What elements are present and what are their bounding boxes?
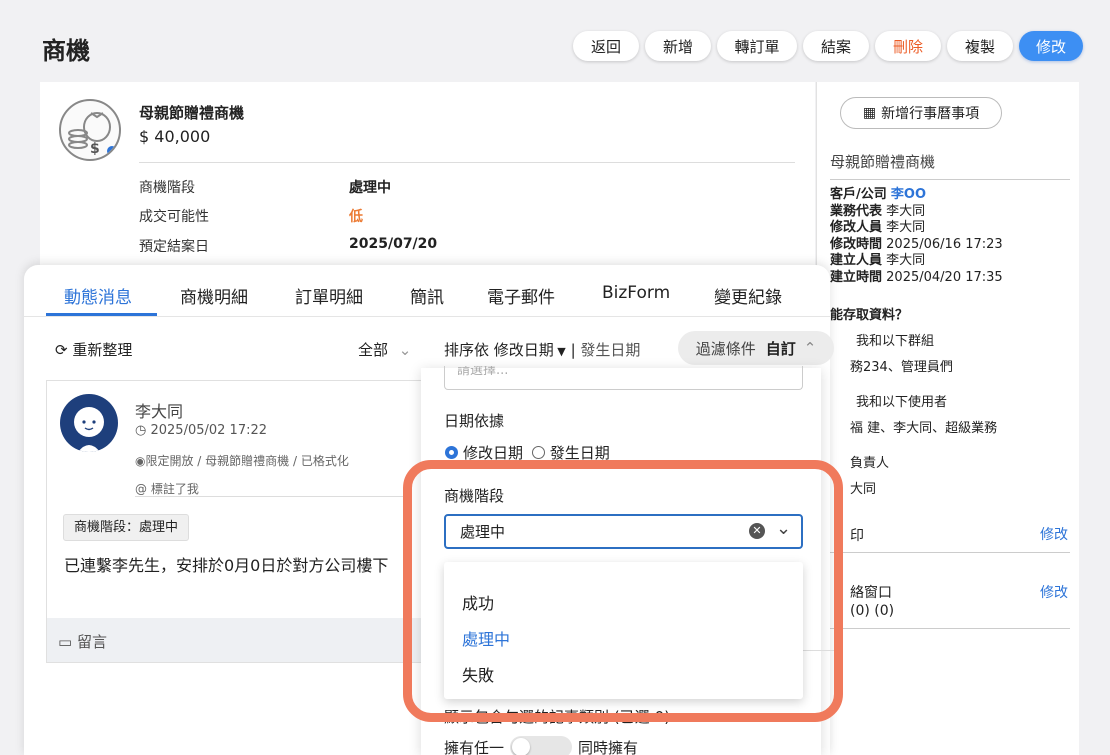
deal-name: 母親節贈禮商機 (139, 104, 245, 122)
caret-down-icon: ▼ (553, 345, 566, 358)
edit-button[interactable]: 修改 (1019, 31, 1083, 61)
copy-button[interactable]: 複製 (947, 31, 1013, 61)
contact-counts: (0) (0) (850, 603, 895, 619)
contact-edit-link[interactable]: 修改 (1040, 582, 1068, 602)
user-avatar-icon (74, 407, 104, 452)
divider (139, 162, 795, 163)
delete-button[interactable]: 刪除 (875, 31, 941, 61)
avatar (60, 394, 118, 452)
calendar-icon: ▦ (862, 105, 877, 121)
tab-bizform[interactable]: BizForm (602, 283, 670, 303)
stage-tag: 商機階段：處理中 (63, 514, 190, 541)
tab-order-details[interactable]: 訂單明細 (295, 283, 363, 308)
sidebar-info-list: 客戶/公司 李OO 業務代表 李大同 修改人員 李大同 修改時間 2025/06… (830, 187, 1003, 285)
svg-text:$: $ (90, 141, 100, 157)
refresh-icon: ⟳ (55, 341, 68, 359)
access-group: 我和以下群組 (856, 334, 935, 349)
add-calendar-event-button[interactable]: ▦ 新增行事曆事項 (840, 97, 1002, 129)
field-label-close-date: 預定結案日 (139, 239, 209, 255)
tab-deal-details[interactable]: 商機明細 (180, 283, 248, 308)
divider (135, 496, 405, 497)
field-value-close-date: 2025/07/20 (349, 236, 438, 252)
post-time: ◷ 2025/05/02 17:22 (135, 423, 268, 438)
access-user-list: 福 建、李大同、超級業務 (850, 421, 998, 436)
tab-change-log[interactable]: 變更紀錄 (714, 283, 782, 308)
tab-sms[interactable]: 簡訊 (410, 283, 444, 308)
date-basis-label: 日期依據 (444, 412, 505, 430)
print-edit-link[interactable]: 修改 (1040, 524, 1068, 544)
comment-button[interactable]: ▭ 留言 (58, 631, 107, 652)
refresh-label: 重新整理 (72, 341, 133, 359)
sort-occurred-option[interactable]: 發生日期 (580, 341, 640, 359)
sidebar-deal-title: 母親節贈禮商機 (830, 153, 936, 171)
page-title: 商機 (42, 37, 90, 65)
sort-label: 排序依 (444, 341, 490, 359)
sort-modified-option[interactable]: 修改日期 (494, 341, 554, 359)
divider (830, 628, 1070, 629)
active-tab-indicator (46, 313, 157, 316)
close-deal-button[interactable]: 結案 (803, 31, 869, 61)
sort-control: 排序依 修改日期 ▼ | 發生日期 (444, 341, 641, 359)
post-author[interactable]: 李大同 (135, 398, 183, 422)
owner-label: 負責人 (850, 456, 890, 471)
access-title: 能存取資料？ (830, 308, 909, 323)
add-button[interactable]: 新增 (645, 31, 711, 61)
deal-avatar: $ (59, 99, 121, 161)
field-label-probability: 成交可能性 (139, 209, 209, 225)
access-users: 我和以下使用者 (856, 395, 948, 410)
record-select-input[interactable]: 請選擇... (444, 366, 803, 390)
have-any-label: 擁有任一 (444, 739, 505, 755)
field-value-stage: 處理中 (349, 180, 391, 196)
chevron-down-icon: ⌄ (398, 341, 412, 359)
chevron-up-icon: ⌃ (803, 339, 817, 357)
divider (830, 552, 1070, 553)
highlight-box (403, 460, 843, 722)
divider (830, 179, 1070, 180)
print-label: 印 (850, 528, 864, 544)
tab-divider (24, 316, 830, 317)
post-mention: @ 標註了我 (135, 482, 199, 496)
contact-label: 絡窗口 (850, 585, 892, 601)
scope-dropdown[interactable]: 全部 ⌄ (358, 339, 411, 360)
tab-activity[interactable]: 動態消息 (64, 283, 132, 308)
match-mode-toggle: 擁有任一 同時擁有 (444, 736, 638, 755)
field-label-stage: 商機階段 (139, 180, 195, 196)
filter-toggle-button[interactable]: 過濾條件 自訂 ⌃ (678, 331, 834, 365)
add-calendar-event-label: 新增行事曆事項 (881, 106, 980, 122)
deal-amount: $ 40,000 (139, 127, 211, 146)
customer-link[interactable]: 李OO (891, 187, 926, 202)
post-meta: ◉限定開放 / 母親節贈禮商機 / 已格式化 (135, 454, 349, 468)
comment-icon: ▭ (58, 633, 73, 651)
owner-name: 大同 (850, 482, 877, 497)
access-group-list: 務234、管理員們 (850, 360, 953, 375)
radio-icon (531, 446, 545, 459)
match-mode-switch[interactable] (510, 736, 573, 755)
clock-icon: ◷ (135, 423, 147, 438)
refresh-button[interactable]: ⟳ 重新整理 (55, 339, 132, 360)
back-button[interactable]: 返回 (573, 31, 639, 61)
radio-icon (445, 446, 458, 459)
eye-icon: ◉ (135, 454, 146, 468)
convert-to-order-button[interactable]: 轉訂單 (717, 31, 797, 61)
have-all-label: 同時擁有 (578, 739, 639, 755)
field-value-probability: 低 (349, 209, 363, 225)
post-body: 已連繫李先生，安排於0月0日於對方公司樓下 (64, 556, 389, 575)
tab-email[interactable]: 電子郵件 (487, 283, 555, 308)
